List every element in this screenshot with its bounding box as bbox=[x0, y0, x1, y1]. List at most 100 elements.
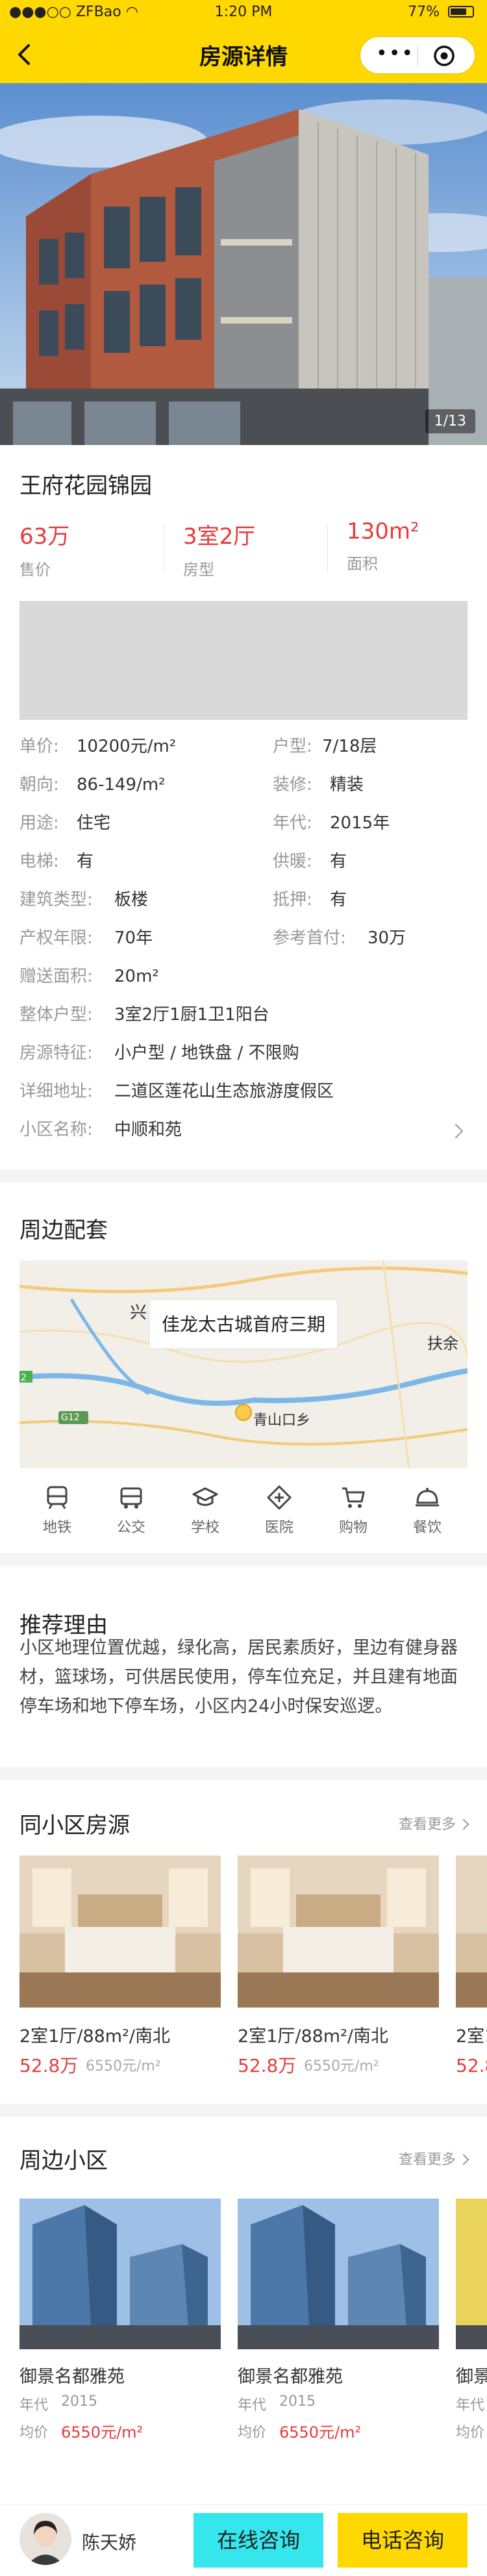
phone-consult-button[interactable]: 电话咨询 bbox=[338, 2513, 468, 2568]
room-card-partial[interactable]: 2室1厅/88m²/南北 52.8万 bbox=[456, 1855, 487, 2128]
room-photo[interactable] bbox=[238, 1855, 439, 2008]
dining-icon bbox=[416, 1488, 439, 1507]
map-label: 青山口乡 bbox=[253, 1412, 311, 1429]
attr-key: 户型: bbox=[273, 737, 312, 756]
building-photo bbox=[0, 83, 487, 445]
facility-bus[interactable]: 公交 bbox=[105, 1485, 157, 1537]
map-label: 2 bbox=[21, 1373, 27, 1383]
room-photo[interactable] bbox=[19, 1855, 221, 2008]
attr-community-row[interactable]: 小区名称: 中顺和苑 bbox=[19, 1116, 468, 1140]
community-year-label: 年代 bbox=[238, 2397, 267, 2414]
see-more-link[interactable]: 查看更多 bbox=[398, 2148, 469, 2169]
attr-unit-price: 单价: 10200元/m² bbox=[19, 733, 176, 757]
close-target-icon[interactable] bbox=[433, 45, 455, 67]
room-unit-price: 6550元/m² bbox=[304, 2058, 379, 2074]
attr-key: 抵押: bbox=[273, 890, 312, 910]
attr-features: 房源特征: 小户型 / 地铁盘 / 不限购 bbox=[19, 1039, 299, 1064]
agent-avatar[interactable] bbox=[19, 2513, 71, 2565]
bedroom-photo bbox=[19, 1855, 221, 2008]
kpi-area: 130m² 面积 bbox=[347, 518, 419, 574]
online-consult-button[interactable]: 在线咨询 bbox=[194, 2513, 323, 2568]
attr-key: 单价: bbox=[19, 737, 59, 756]
attr-value: 86-149/m² bbox=[77, 775, 166, 795]
nav-bar: 房源详情 ••• bbox=[0, 26, 487, 83]
facility-school[interactable]: 学校 bbox=[179, 1485, 231, 1537]
facility-label: 餐饮 bbox=[412, 1520, 442, 1536]
attr-value: 精装 bbox=[330, 775, 364, 795]
image-placeholder bbox=[19, 601, 468, 720]
school-icon bbox=[192, 1487, 218, 1506]
subway-icon bbox=[47, 1486, 68, 1509]
section-divider bbox=[0, 1767, 487, 1780]
attr-key: 参考首付: bbox=[273, 928, 346, 948]
community-photo[interactable] bbox=[19, 2199, 221, 2349]
agent-name: 陈天娇 bbox=[82, 2532, 137, 2553]
kpi-area-label: 面积 bbox=[347, 555, 378, 573]
hospital-icon bbox=[267, 1485, 292, 1510]
see-more-link[interactable]: 查看更多 bbox=[399, 1813, 469, 1833]
attr-gift-area: 赠送面积: 20m² bbox=[19, 963, 159, 987]
status-bar: ●●●○○ ZFBao ◠ 1:20 PM 77% bbox=[0, 0, 487, 26]
attr-key: 产权年限: bbox=[19, 928, 93, 948]
attr-value: 小户型 / 地铁盘 / 不限购 bbox=[114, 1043, 299, 1063]
community-name: 御景名都雅苑 bbox=[238, 2367, 343, 2387]
attr-whole-layout: 整体户型: 3室2厅1厨1卫1阳台 bbox=[19, 1001, 269, 1025]
attr-value: 30万 bbox=[368, 928, 406, 948]
attr-down-payment: 参考首付: 30万 bbox=[273, 925, 406, 949]
community-year-label: 年代 bbox=[456, 2397, 485, 2414]
section-divider bbox=[0, 1553, 487, 1566]
bedroom-photo bbox=[238, 1855, 439, 2008]
community-name: 御景名都雅苑 bbox=[19, 2367, 125, 2387]
more-dots-icon[interactable]: ••• bbox=[376, 44, 413, 66]
kpi-divider bbox=[327, 524, 328, 573]
attr-building-type: 建筑类型: 板楼 bbox=[19, 886, 148, 910]
see-more-label: 查看更多 bbox=[398, 2152, 456, 2168]
facility-dining[interactable]: 餐饮 bbox=[401, 1485, 453, 1537]
map-callout: 佳龙太古城首府三期 bbox=[161, 1314, 325, 1335]
facility-subway[interactable]: 地铁 bbox=[31, 1485, 83, 1537]
attr-key: 供暖: bbox=[273, 852, 312, 871]
map-label: G12 bbox=[61, 1412, 80, 1423]
map-view[interactable]: 2 G12 兴 扶余 青山口乡 佳龙太古城首府三期 bbox=[19, 1260, 468, 1468]
battery-icon bbox=[448, 6, 474, 18]
attr-key: 建筑类型: bbox=[19, 890, 93, 910]
chevron-right-icon bbox=[458, 2154, 469, 2165]
community-avg-price: 6550元/m² bbox=[279, 2423, 362, 2442]
section-title-nearby: 周边配套 bbox=[19, 1218, 108, 1243]
attr-year: 年代: 2015年 bbox=[273, 810, 390, 834]
image-counter: 1/13 bbox=[425, 409, 475, 433]
section-divider bbox=[0, 1169, 487, 1182]
attr-key: 房源特征: bbox=[19, 1043, 93, 1063]
tower-photo bbox=[238, 2199, 439, 2349]
facility-label: 地铁 bbox=[42, 1520, 71, 1536]
section-title-nearby-communities: 周边小区 bbox=[19, 2148, 108, 2174]
community-avg-label: 均价 bbox=[19, 2425, 49, 2441]
attr-key: 电梯: bbox=[19, 852, 59, 871]
community-card-partial[interactable]: 御景名都雅苑 年代 均价 bbox=[456, 2199, 487, 2445]
attr-key: 用途: bbox=[19, 813, 59, 833]
attr-value: 7/18层 bbox=[322, 737, 377, 756]
attr-value: 10200元/m² bbox=[77, 737, 177, 756]
attr-address: 详细地址: 二道区莲花山生态旅游度假区 bbox=[19, 1078, 334, 1102]
attr-key: 小区名称: bbox=[19, 1120, 93, 1140]
battery-percent: 77% bbox=[408, 4, 440, 20]
map-label: 兴 bbox=[130, 1303, 147, 1323]
attr-value: 中顺和苑 bbox=[114, 1120, 182, 1140]
section-divider bbox=[0, 2104, 487, 2117]
facility-shopping[interactable]: 购物 bbox=[327, 1485, 379, 1537]
chevron-right-icon bbox=[458, 1818, 469, 1830]
attr-mortgage: 抵押: 有 bbox=[273, 886, 347, 910]
hero-image[interactable]: 1/13 bbox=[0, 83, 487, 445]
attr-value: 有 bbox=[330, 852, 347, 871]
kpi-price-label: 售价 bbox=[19, 561, 51, 579]
attr-usage: 用途: 住宅 bbox=[19, 810, 110, 834]
attr-key: 详细地址: bbox=[19, 1082, 93, 1101]
bus-icon bbox=[120, 1487, 142, 1509]
community-photo[interactable] bbox=[238, 2199, 439, 2349]
attr-floor: 户型: 7/18层 bbox=[273, 733, 377, 757]
cart-icon bbox=[342, 1487, 365, 1508]
room-price: 52.8万 bbox=[238, 2055, 297, 2076]
facility-hospital[interactable]: 医院 bbox=[253, 1485, 305, 1537]
reason-text: 小区地理位置优越，绿化高，居民素质好，里边有健身器材，篮球场，可供居民使用，停车… bbox=[19, 1638, 458, 1716]
room-price: 52.8万 bbox=[456, 2055, 487, 2076]
